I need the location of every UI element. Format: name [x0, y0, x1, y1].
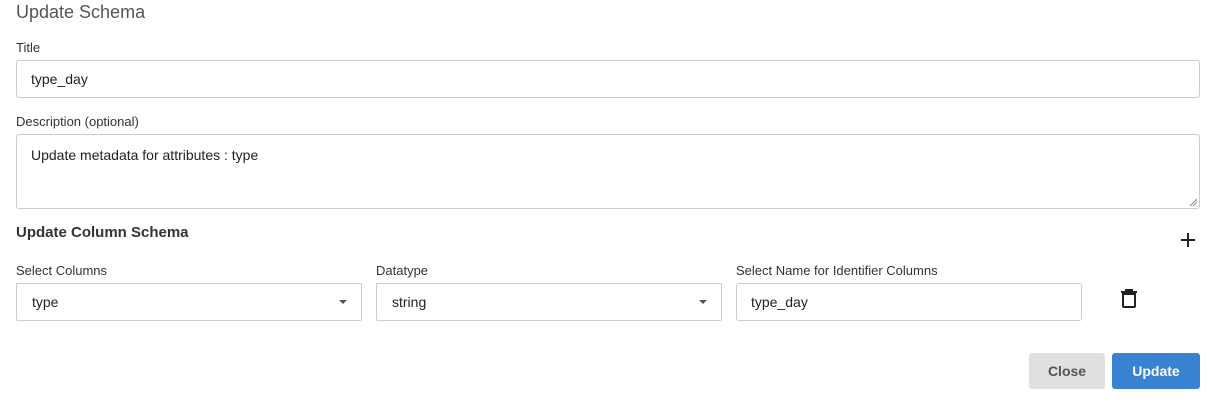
title-input[interactable]: type_day	[16, 60, 1200, 98]
select-columns-dropdown[interactable]: type	[16, 283, 362, 321]
identifier-name-label: Select Name for Identifier Columns	[736, 263, 938, 278]
plus-icon[interactable]	[1179, 231, 1197, 249]
chevron-down-icon	[699, 300, 707, 304]
update-schema-dialog: Update Schema Title type_day Description…	[0, 0, 1211, 415]
description-textarea[interactable]: Update metadata for attributes : type	[16, 134, 1200, 209]
dialog-title: Update Schema	[16, 2, 146, 22]
trash-icon[interactable]	[1120, 288, 1138, 308]
identifier-name-input[interactable]: type_day	[736, 283, 1082, 321]
datatype-dropdown[interactable]: string	[376, 283, 722, 321]
resize-grip-icon[interactable]	[1189, 198, 1197, 206]
select-columns-value: type	[32, 294, 59, 310]
close-button[interactable]: Close	[1029, 353, 1105, 389]
chevron-down-icon	[339, 300, 347, 304]
title-input-value: type_day	[31, 71, 88, 87]
datatype-value: string	[392, 294, 427, 310]
title-label: Title	[16, 40, 41, 55]
update-button[interactable]: Update	[1112, 353, 1200, 389]
description-textarea-value: Update metadata for attributes : type	[31, 147, 259, 163]
select-columns-label: Select Columns	[16, 263, 108, 278]
datatype-label: Datatype	[376, 263, 429, 278]
description-label: Description (optional)	[16, 114, 139, 129]
column-schema-heading: Update Column Schema	[16, 224, 189, 241]
identifier-name-value: type_day	[751, 294, 808, 310]
